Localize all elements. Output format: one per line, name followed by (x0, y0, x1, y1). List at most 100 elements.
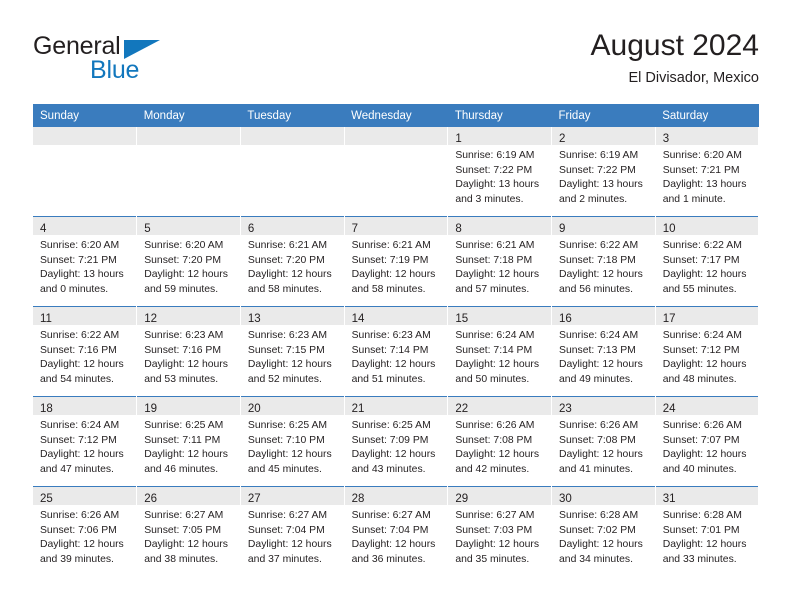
sunset-text: Sunset: 7:21 PM (662, 164, 740, 176)
daylight-text-line1: Daylight: 12 hours (144, 269, 228, 281)
sunset-text: Sunset: 7:16 PM (40, 344, 117, 356)
weekday-header-saturday: Saturday (655, 104, 759, 127)
sunrise-text: Sunrise: 6:23 AM (351, 330, 431, 341)
daylight-text-line2: and 54 minutes. (40, 373, 114, 385)
day-number-band: 24 (655, 397, 759, 415)
day-number: 20 (247, 403, 261, 415)
daylight-text-line1: Daylight: 12 hours (351, 269, 436, 281)
daylight-text-line1: Daylight: 12 hours (662, 269, 747, 281)
day-cell-empty (344, 127, 449, 217)
daylight-text-line1: Daylight: 12 hours (559, 449, 643, 461)
day-cell[interactable]: 17 Sunrise: 6:24 AM Sunset: 7:12 PM Dayligh… (655, 306, 760, 397)
daylight-text-line2: and 49 minutes. (559, 373, 633, 385)
day-cell[interactable]: 12 Sunrise: 6:23 AM Sunset: 7:16 PM Dayligh… (136, 306, 241, 397)
daylight-text-line2: and 42 minutes. (455, 463, 530, 475)
day-cell[interactable]: 5 Sunrise: 6:20 AM Sunset: 7:20 PM Daylight… (136, 216, 241, 307)
daylight-text-line1: Daylight: 12 hours (455, 449, 540, 461)
day-number-band: 21 (344, 397, 448, 415)
day-cell[interactable]: 26 Sunrise: 6:27 AM Sunset: 7:05 PM Dayligh… (136, 486, 241, 576)
daylight-text-line1: Daylight: 13 hours (662, 179, 747, 191)
day-cell[interactable]: 19 Sunrise: 6:25 AM Sunset: 7:11 PM Dayligh… (136, 396, 241, 487)
day-cell[interactable]: 2 Sunrise: 6:19 AM Sunset: 7:22 PM Daylight… (551, 127, 656, 217)
day-cell-empty (33, 127, 138, 217)
day-details: Sunrise: 6:28 AM Sunset: 7:02 PM Daylight:… (552, 505, 655, 567)
day-cell[interactable]: 24 Sunrise: 6:26 AM Sunset: 7:07 PM Dayligh… (655, 396, 760, 487)
daylight-text-line2: and 58 minutes. (351, 283, 426, 295)
day-number: 6 (247, 223, 255, 235)
day-cell[interactable]: 22 Sunrise: 6:26 AM Sunset: 7:08 PM Dayligh… (447, 396, 553, 487)
sunrise-text: Sunrise: 6:24 AM (40, 420, 120, 431)
sunrise-text: Sunrise: 6:28 AM (662, 510, 742, 521)
day-cell[interactable]: 9 Sunrise: 6:22 AM Sunset: 7:18 PM Daylight… (551, 216, 656, 307)
daylight-text-line1: Daylight: 12 hours (247, 269, 332, 281)
general-blue-logo[interactable]: General Blue (33, 32, 263, 90)
day-details: Sunrise: 6:23 AM Sunset: 7:16 PM Daylight:… (137, 325, 240, 387)
day-number-band: 20 (240, 397, 344, 415)
day-cell[interactable]: 15 Sunrise: 6:24 AM Sunset: 7:14 PM Dayligh… (447, 306, 553, 397)
sunrise-text: Sunrise: 6:21 AM (247, 240, 328, 251)
day-number: 24 (662, 403, 676, 415)
sunset-text: Sunset: 7:13 PM (559, 344, 636, 356)
day-number-band: 6 (240, 217, 344, 235)
daylight-text-line1: Daylight: 12 hours (662, 359, 747, 371)
daylight-text-line1: Daylight: 12 hours (247, 539, 332, 551)
day-cell[interactable]: 11 Sunrise: 6:22 AM Sunset: 7:16 PM Dayligh… (33, 306, 138, 397)
sunrise-text: Sunrise: 6:19 AM (559, 150, 639, 161)
day-number-band: 15 (448, 307, 552, 325)
day-number-band: 3 (655, 127, 759, 145)
day-number: 31 (662, 493, 676, 505)
day-cell[interactable]: 23 Sunrise: 6:26 AM Sunset: 7:08 PM Dayligh… (551, 396, 656, 487)
day-cell[interactable]: 10 Sunrise: 6:22 AM Sunset: 7:17 PM Dayligh… (655, 216, 760, 307)
day-number-band: 22 (448, 397, 552, 415)
day-cell[interactable]: 7 Sunrise: 6:21 AM Sunset: 7:19 PM Daylight… (344, 216, 449, 307)
title-block: August 2024 El Divisador, Mexico (591, 28, 759, 88)
weekday-header-sunday: Sunday (33, 104, 137, 127)
day-number: 3 (662, 133, 670, 145)
day-cell[interactable]: 20 Sunrise: 6:25 AM Sunset: 7:10 PM Dayligh… (240, 396, 345, 487)
day-number-band: 13 (240, 307, 344, 325)
day-cell[interactable]: 3 Sunrise: 6:20 AM Sunset: 7:21 PM Daylight… (655, 127, 760, 217)
sunset-text: Sunset: 7:21 PM (40, 254, 117, 266)
day-cell[interactable]: 6 Sunrise: 6:21 AM Sunset: 7:20 PM Daylight… (240, 216, 345, 307)
day-cell[interactable]: 18 Sunrise: 6:24 AM Sunset: 7:12 PM Dayligh… (33, 396, 138, 487)
day-cell[interactable]: 8 Sunrise: 6:21 AM Sunset: 7:18 PM Daylight… (447, 216, 553, 307)
day-cell[interactable]: 30 Sunrise: 6:28 AM Sunset: 7:02 PM Dayligh… (551, 486, 656, 576)
day-cell[interactable]: 25 Sunrise: 6:26 AM Sunset: 7:06 PM Dayligh… (33, 486, 138, 576)
day-number: 19 (144, 403, 157, 415)
day-cell[interactable]: 29 Sunrise: 6:27 AM Sunset: 7:03 PM Dayligh… (447, 486, 553, 576)
page-subtitle: El Divisador, Mexico (628, 70, 759, 86)
day-cell[interactable]: 21 Sunrise: 6:25 AM Sunset: 7:09 PM Dayligh… (344, 396, 449, 487)
day-cell[interactable]: 27 Sunrise: 6:27 AM Sunset: 7:04 PM Dayligh… (240, 486, 345, 576)
day-cell[interactable]: 4 Sunrise: 6:20 AM Sunset: 7:21 PM Daylight… (33, 216, 138, 307)
sunset-text: Sunset: 7:15 PM (247, 344, 325, 356)
day-cell[interactable]: 28 Sunrise: 6:27 AM Sunset: 7:04 PM Dayligh… (344, 486, 449, 576)
daylight-text-line2: and 47 minutes. (40, 463, 114, 475)
day-details: Sunrise: 6:24 AM Sunset: 7:12 PM Daylight:… (656, 325, 759, 387)
day-cell[interactable]: 13 Sunrise: 6:23 AM Sunset: 7:15 PM Dayligh… (240, 306, 345, 397)
week-row: 4 Sunrise: 6:20 AM Sunset: 7:21 PM Daylight… (33, 216, 760, 307)
sunrise-text: Sunrise: 6:22 AM (559, 240, 639, 251)
sunset-text: Sunset: 7:18 PM (559, 254, 636, 266)
day-cell[interactable]: 1 Sunrise: 6:19 AM Sunset: 7:22 PM Daylight… (447, 127, 553, 217)
sunrise-text: Sunrise: 6:27 AM (351, 510, 431, 521)
day-number: 13 (247, 313, 261, 325)
day-details: Sunrise: 6:22 AM Sunset: 7:18 PM Daylight:… (552, 235, 655, 297)
day-number-band: 10 (655, 217, 759, 235)
daylight-text-line2: and 48 minutes. (662, 373, 737, 385)
weekday-header-tuesday: Tuesday (240, 104, 345, 127)
day-number-band: 14 (344, 307, 448, 325)
day-number: 23 (559, 403, 572, 415)
day-details: Sunrise: 6:24 AM Sunset: 7:14 PM Daylight:… (448, 325, 551, 387)
day-number-band: 2 (552, 127, 655, 145)
day-number-band: 16 (552, 307, 655, 325)
daylight-text-line2: and 51 minutes. (351, 373, 426, 385)
sunrise-text: Sunrise: 6:26 AM (559, 420, 639, 431)
day-number: 9 (559, 223, 566, 235)
day-cell[interactable]: 16 Sunrise: 6:24 AM Sunset: 7:13 PM Dayligh… (551, 306, 656, 397)
day-details: Sunrise: 6:26 AM Sunset: 7:06 PM Daylight:… (33, 505, 136, 567)
day-number: 15 (455, 313, 469, 325)
day-cell[interactable]: 31 Sunrise: 6:28 AM Sunset: 7:01 PM Dayligh… (655, 486, 760, 576)
day-cell[interactable]: 14 Sunrise: 6:23 AM Sunset: 7:14 PM Dayligh… (344, 306, 449, 397)
day-details: Sunrise: 6:24 AM Sunset: 7:13 PM Daylight:… (552, 325, 655, 387)
daylight-text-line1: Daylight: 12 hours (351, 449, 436, 461)
